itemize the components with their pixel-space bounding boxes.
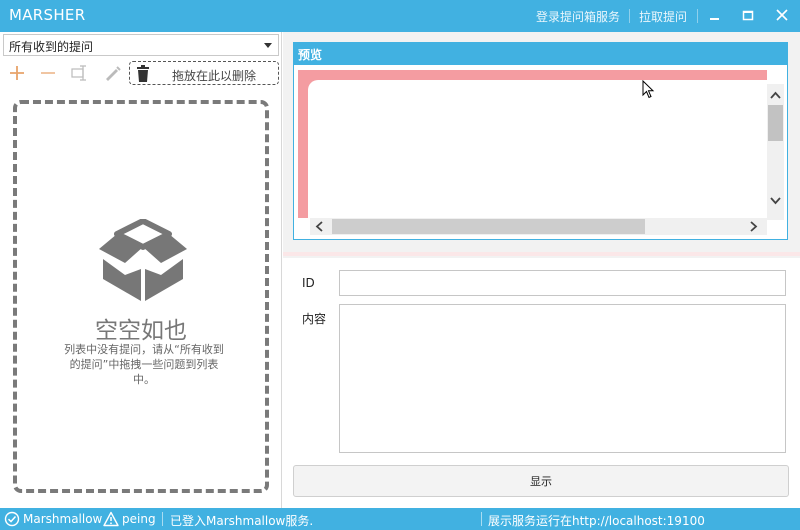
mouse-cursor-icon xyxy=(642,79,656,103)
empty-box-icon xyxy=(95,218,191,306)
fetch-questions-link[interactable]: 拉取提问 xyxy=(639,8,687,25)
title-separator xyxy=(697,9,698,23)
plus-icon[interactable] xyxy=(6,62,28,84)
edit-icon[interactable] xyxy=(101,62,123,84)
show-button[interactable]: 显示 xyxy=(293,465,789,497)
chevron-up-icon[interactable] xyxy=(770,88,781,102)
preview-canvas[interactable] xyxy=(298,70,767,218)
vertical-scroll-thumb[interactable] xyxy=(768,105,783,141)
status-bar: Marshmallow peing 已登入Marshmallow服务. 展示服务… xyxy=(0,508,800,530)
title-bar: MARSHER 登录提问箱服务 拉取提问 xyxy=(0,0,800,32)
content-textarea[interactable] xyxy=(339,304,786,453)
status-separator xyxy=(481,512,482,526)
status-separator xyxy=(162,512,163,526)
close-icon[interactable] xyxy=(772,5,792,25)
detail-panel: 预览 ID 内容 显示 xyxy=(283,32,800,508)
question-filter-select[interactable]: 所有收到的提问 xyxy=(3,34,279,56)
preview-header: 预览 xyxy=(294,43,787,65)
empty-state-title: 空空如也 xyxy=(95,318,187,344)
list-toolbar: 拖放在此以删除 xyxy=(0,60,282,86)
preview-card xyxy=(308,80,767,218)
chevron-down-icon[interactable] xyxy=(770,194,781,208)
preview-panel: 预览 xyxy=(293,42,788,240)
question-filter-value: 所有收到的提问 xyxy=(9,40,94,54)
content-label: 内容 xyxy=(302,312,327,326)
rename-icon[interactable] xyxy=(69,62,91,84)
panel-divider xyxy=(283,252,800,256)
warning-icon xyxy=(103,511,119,530)
login-service-link[interactable]: 登录提问箱服务 xyxy=(536,8,620,25)
trash-icon xyxy=(136,65,150,85)
preview-vertical-scrollbar[interactable] xyxy=(767,84,784,220)
peing-status: peing xyxy=(122,512,156,526)
id-input[interactable] xyxy=(339,270,786,296)
question-list-panel: 所有收到的提问 拖放在此以删除 空空如也 列表中没有提问，请从“所有收到的提问”… xyxy=(0,32,282,508)
marshmallow-status: Marshmallow xyxy=(23,512,103,526)
login-status-text: 已登入Marshmallow服务. xyxy=(170,514,314,528)
preview-horizontal-scrollbar[interactable] xyxy=(310,218,767,235)
chevron-right-icon[interactable] xyxy=(750,221,758,235)
id-label: ID xyxy=(302,276,315,290)
minimize-icon[interactable] xyxy=(705,5,725,25)
empty-list-drop-area[interactable]: 空空如也 列表中没有提问，请从“所有收到的提问”中拖拽一些问题到列表中。 xyxy=(13,100,269,493)
preview-title: 预览 xyxy=(298,48,323,62)
drop-to-delete-zone[interactable]: 拖放在此以删除 xyxy=(129,61,279,85)
server-status-text: 展示服务运行在http://localhost:19100 xyxy=(488,514,705,528)
chevron-down-icon xyxy=(264,43,272,48)
maximize-icon[interactable] xyxy=(738,5,758,25)
title-separator xyxy=(629,9,630,23)
check-circle-icon xyxy=(4,511,20,530)
app-title: MARSHER xyxy=(9,6,86,24)
question-form: ID 内容 显示 xyxy=(283,258,800,508)
minus-icon[interactable] xyxy=(37,62,59,84)
chevron-left-icon[interactable] xyxy=(315,221,323,235)
drop-to-delete-label: 拖放在此以删除 xyxy=(172,69,257,83)
horizontal-scroll-thumb[interactable] xyxy=(332,219,645,234)
empty-state-description: 列表中没有提问，请从“所有收到的提问”中拖拽一些问题到列表中。 xyxy=(64,343,224,386)
